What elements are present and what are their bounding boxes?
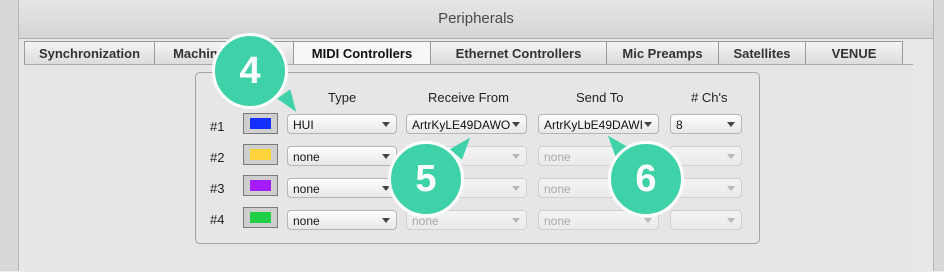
- type-select-value: none: [293, 214, 320, 228]
- row-label: #3: [210, 181, 225, 196]
- chevron-down-icon: [382, 218, 390, 223]
- controller-color-swatch[interactable]: [243, 113, 278, 134]
- chevron-down-icon: [727, 186, 735, 191]
- send-to-select[interactable]: ArtrKyLbE49DAWI: [538, 114, 659, 134]
- channels-value: 8: [676, 118, 683, 132]
- window-title: Peripherals: [438, 10, 514, 27]
- tab-bar: Synchronization Machine Control MIDI Con…: [24, 41, 903, 65]
- type-select[interactable]: none: [287, 178, 397, 198]
- chevron-down-icon: [727, 122, 735, 127]
- send-to-value: none: [544, 214, 571, 228]
- desktop-edge-left: [0, 0, 18, 271]
- chevron-down-icon: [727, 218, 735, 223]
- send-to-value: ArtrKyLbE49DAWI: [544, 118, 643, 132]
- controller-color-swatch[interactable]: [243, 207, 278, 228]
- chevron-down-icon: [512, 122, 520, 127]
- callout-badge-5: 5: [388, 141, 464, 217]
- callout-badge-4: 4: [212, 33, 288, 109]
- title-bar[interactable]: Peripherals: [19, 0, 933, 39]
- row-label: #1: [210, 119, 225, 134]
- color-fill: [250, 149, 271, 160]
- callout-badge-6: 6: [608, 141, 684, 217]
- send-to-value: none: [544, 182, 571, 196]
- column-header-type: Type: [328, 90, 357, 105]
- column-header-receive-from: Receive From: [428, 90, 509, 105]
- color-fill: [250, 118, 271, 129]
- chevron-down-icon: [644, 122, 652, 127]
- color-fill: [250, 212, 271, 223]
- chevron-down-icon: [512, 218, 520, 223]
- type-select-value: none: [293, 182, 320, 196]
- type-select[interactable]: HUI: [287, 114, 397, 134]
- chevron-down-icon: [644, 218, 652, 223]
- receive-from-value: ArtrKyLE49DAWO: [412, 118, 511, 132]
- row-label: #4: [210, 212, 225, 227]
- chevron-down-icon: [512, 154, 520, 159]
- channels-select[interactable]: [670, 210, 742, 230]
- tab-ethernet-controllers[interactable]: Ethernet Controllers: [430, 41, 606, 65]
- type-select[interactable]: none: [287, 210, 397, 230]
- tab-synchronization[interactable]: Synchronization: [24, 41, 154, 65]
- column-header-send-to: Send To: [576, 90, 624, 105]
- tab-midi-controllers[interactable]: MIDI Controllers: [293, 41, 430, 65]
- chevron-down-icon: [382, 122, 390, 127]
- controller-color-swatch[interactable]: [243, 175, 278, 196]
- row-label: #2: [210, 150, 225, 165]
- type-select-value: none: [293, 150, 320, 164]
- chevron-down-icon: [382, 154, 390, 159]
- channels-select[interactable]: 8: [670, 114, 742, 134]
- type-select[interactable]: none: [287, 146, 397, 166]
- chevron-down-icon: [727, 154, 735, 159]
- send-to-value: none: [544, 150, 571, 164]
- receive-from-select[interactable]: ArtrKyLE49DAWO: [406, 114, 527, 134]
- tab-venue[interactable]: VENUE: [805, 41, 903, 65]
- type-select-value: HUI: [293, 118, 314, 132]
- chevron-down-icon: [512, 186, 520, 191]
- controller-color-swatch[interactable]: [243, 144, 278, 165]
- column-header-channels: # Ch's: [691, 90, 728, 105]
- tab-satellites[interactable]: Satellites: [718, 41, 805, 65]
- tab-mic-preamps[interactable]: Mic Preamps: [606, 41, 718, 65]
- color-fill: [250, 180, 271, 191]
